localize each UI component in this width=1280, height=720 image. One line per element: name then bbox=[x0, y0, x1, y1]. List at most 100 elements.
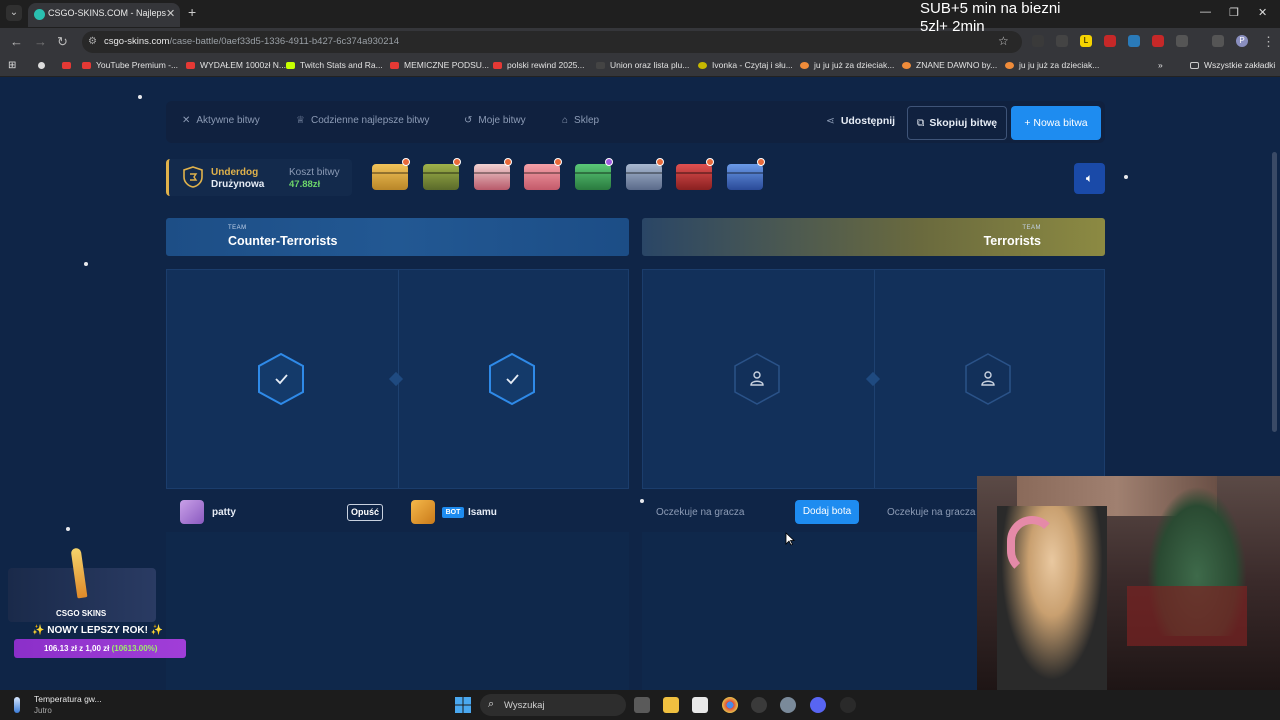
promo-widget: CSGO SKINS ✨ NOWY LEPSZY ROK! ✨ 106.13 z… bbox=[8, 547, 186, 664]
history-icon: ↺ bbox=[464, 115, 473, 126]
bookmark-item[interactable]: ZNANE DAWNO by... bbox=[902, 60, 997, 70]
tab-search-icon[interactable]: ⌄ bbox=[6, 5, 22, 21]
page-scrollbar[interactable] bbox=[1272, 152, 1277, 432]
case-item[interactable] bbox=[676, 158, 714, 190]
case-item[interactable] bbox=[524, 158, 562, 190]
team-t-name: Terrorists bbox=[983, 234, 1041, 248]
team-label: TEAM bbox=[228, 225, 247, 231]
bookmark-item[interactable]: Union oraz lista plu... bbox=[596, 60, 689, 70]
forward-icon[interactable]: → bbox=[34, 34, 47, 49]
case-item[interactable] bbox=[474, 158, 512, 190]
bookmark-item[interactable]: Ivonka - Czytaj i słu... bbox=[698, 60, 793, 70]
nav-active-battles[interactable]: ✕ Aktywne bitwy bbox=[182, 115, 260, 126]
overlay-line: 5zl+ 2min bbox=[920, 18, 985, 35]
copy-icon: ⧉ bbox=[916, 117, 925, 129]
case-item[interactable] bbox=[727, 158, 765, 190]
back-icon[interactable]: ← bbox=[10, 34, 23, 49]
task-view-icon[interactable] bbox=[634, 697, 650, 713]
bookmark-item[interactable]: MEMICZNE PODSU... bbox=[390, 60, 489, 70]
sound-toggle-button[interactable]: 🔈︎ bbox=[1074, 163, 1105, 194]
case-item[interactable] bbox=[626, 158, 664, 190]
snow-particle bbox=[84, 262, 88, 266]
browser-tab[interactable]: CSGO-SKINS.COM - Najlepsze ✕ bbox=[28, 3, 180, 27]
player-name[interactable]: patty bbox=[212, 507, 236, 518]
bookmark-item[interactable]: polski rewind 2025... bbox=[493, 60, 585, 70]
app-icon[interactable] bbox=[751, 697, 767, 713]
extension-icon[interactable] bbox=[1104, 35, 1116, 47]
case-item[interactable] bbox=[372, 158, 410, 190]
case-item[interactable] bbox=[423, 158, 461, 190]
extension-icon[interactable]: L bbox=[1080, 35, 1092, 47]
snow-particle bbox=[138, 95, 142, 99]
all-bookmarks-folder[interactable]: Wszystkie zakładki bbox=[1190, 60, 1275, 70]
address-toolbar: ← → ↻ ⚙ csgo-skins.com/case-battle/0aef3… bbox=[0, 28, 1280, 56]
bookmark-item[interactable]: ju ju już za dzieciak... bbox=[800, 60, 894, 70]
settings-gear-icon[interactable] bbox=[780, 697, 796, 713]
reading-list-icon[interactable] bbox=[1212, 35, 1224, 47]
site-info-icon[interactable]: ⚙ bbox=[88, 36, 97, 47]
new-tab-icon[interactable]: + bbox=[188, 4, 196, 20]
profile-avatar-icon[interactable]: P bbox=[1236, 35, 1248, 47]
minimize-icon[interactable]: — bbox=[1200, 6, 1211, 18]
bookmark-item[interactable] bbox=[62, 60, 76, 70]
taskbar-search[interactable]: ⌕ Wyszukaj bbox=[480, 694, 626, 716]
nav-my-battles[interactable]: ↺ Moje bitwy bbox=[464, 115, 526, 126]
close-window-icon[interactable]: ✕ bbox=[1258, 6, 1267, 19]
bookmarks-overflow-icon[interactable]: » bbox=[1158, 60, 1163, 70]
extension-icon[interactable] bbox=[1152, 35, 1164, 47]
waiting-for-player-label: Oczekuje na gracza bbox=[656, 507, 745, 518]
battle-nav-panel: ✕ Aktywne bitwy ♕ Codzienne najlepsze bitw… bbox=[166, 101, 1105, 143]
store-icon[interactable] bbox=[692, 697, 708, 713]
promo-stats-bar: 106.13 zł z 1,00 zł (10613.00%) bbox=[14, 639, 186, 658]
extension-icon[interactable] bbox=[1056, 35, 1068, 47]
share-button[interactable]: ⋖ Udostępnij bbox=[826, 115, 895, 127]
speaker-icon: 🔈︎ bbox=[1085, 171, 1094, 185]
bookmark-item[interactable]: WYDAŁEM 1000zł N... bbox=[186, 60, 286, 70]
avatar[interactable] bbox=[411, 500, 435, 524]
snow-particle bbox=[66, 527, 70, 531]
battle-info-box: Underdog Drużynowa Koszt bitwy 47.88zł bbox=[166, 159, 352, 196]
reload-icon[interactable]: ↻ bbox=[57, 34, 68, 50]
nav-shop[interactable]: ⌂ Sklep bbox=[562, 115, 599, 126]
bookmark-item[interactable]: YouTube Premium -... bbox=[82, 60, 178, 70]
extension-icon[interactable] bbox=[1128, 35, 1140, 47]
bot-badge: BOT bbox=[442, 507, 464, 518]
nav-daily-best[interactable]: ♕ Codzienne najlepsze bitwy bbox=[296, 115, 429, 126]
bookmark-favicon-icon bbox=[1005, 62, 1014, 70]
apps-grid-icon[interactable]: ⊞ bbox=[8, 60, 16, 71]
start-windows-icon[interactable] bbox=[455, 697, 471, 713]
url-bar[interactable]: ⚙ csgo-skins.com/case-battle/0aef33d5-13… bbox=[82, 31, 1022, 53]
trophy-icon: ♕ bbox=[296, 115, 305, 126]
file-explorer-icon[interactable] bbox=[663, 697, 679, 713]
share-icon: ⋖ bbox=[826, 115, 835, 127]
menu-dots-icon[interactable]: ⋮ bbox=[1262, 34, 1275, 50]
discord-icon[interactable] bbox=[810, 697, 826, 713]
taskbar-search-label: Wyszukaj bbox=[504, 700, 545, 711]
bookmark-item[interactable]: Twitch Stats and Ra... bbox=[286, 60, 383, 70]
bookmark-item[interactable]: ju ju już za dzieciak... bbox=[1005, 60, 1099, 70]
weather-widget-sub[interactable]: Jutro bbox=[34, 706, 52, 715]
weather-widget-title[interactable]: Temperatura gw... bbox=[34, 694, 102, 704]
promo-stats: 106.13 zł z 1,00 zł (10613.00%) bbox=[44, 644, 158, 653]
avatar[interactable] bbox=[180, 500, 204, 524]
tab-close-icon[interactable]: ✕ bbox=[166, 7, 175, 20]
battle-mode-label: Underdog bbox=[211, 167, 259, 178]
webcam-feed bbox=[977, 476, 1280, 690]
copy-battle-button[interactable]: ⧉ Skopiuj bitwę bbox=[907, 106, 1007, 140]
battle-cost-label: Koszt bitwy bbox=[289, 167, 340, 178]
case-item[interactable] bbox=[575, 158, 613, 190]
leave-button[interactable]: Opuść bbox=[347, 504, 383, 521]
new-battle-button[interactable]: + Nowa bitwa bbox=[1011, 106, 1101, 140]
extensions-puzzle-icon[interactable] bbox=[1176, 35, 1188, 47]
player-name[interactable]: Isamu bbox=[468, 507, 497, 518]
waiting-for-player-label: Oczekuje na gracza bbox=[887, 507, 976, 518]
bookmark-item[interactable] bbox=[38, 60, 50, 70]
snow-particle bbox=[640, 499, 644, 503]
app-icon[interactable] bbox=[840, 697, 856, 713]
add-bot-button[interactable]: Dodaj bota bbox=[795, 500, 859, 524]
chrome-icon[interactable] bbox=[722, 697, 738, 713]
bookmark-star-icon[interactable]: ☆ bbox=[998, 34, 1009, 48]
bookmark-favicon-icon bbox=[800, 62, 809, 70]
maximize-icon[interactable]: ❐ bbox=[1229, 6, 1239, 19]
extension-icon[interactable] bbox=[1032, 35, 1044, 47]
